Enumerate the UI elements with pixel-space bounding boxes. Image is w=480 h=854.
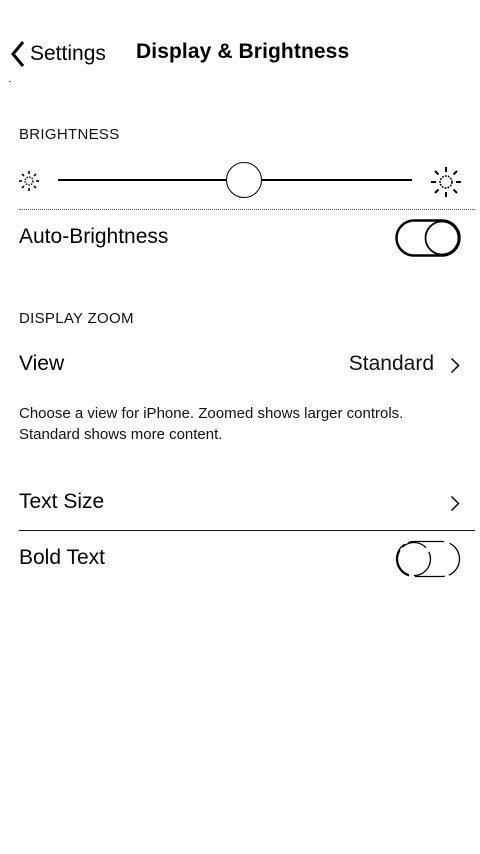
brightness-slider[interactable] (0, 158, 480, 204)
view-row[interactable]: View Standard (0, 340, 480, 390)
chevron-right-icon (450, 495, 460, 512)
back-button-label: Settings (30, 42, 106, 65)
sun-small-icon (19, 171, 39, 191)
navigation-bar: Settings Display & Brightness (0, 0, 480, 100)
slider-track-filled (58, 179, 226, 181)
slider-track-empty (262, 179, 412, 181)
auto-brightness-toggle[interactable] (395, 219, 461, 257)
chevron-right-icon (450, 357, 460, 374)
back-button[interactable]: Settings (10, 38, 106, 70)
view-value: Standard (348, 352, 434, 375)
bold-text-row: Bold Text (0, 534, 480, 584)
auto-brightness-row: Auto-Brightness (0, 213, 480, 263)
section-header-brightness: BRIGHTNESS (19, 126, 120, 143)
display-zoom-footer: Choose a view for iPhone. Zoomed shows l… (19, 405, 404, 443)
page-title: Display & Brightness (136, 40, 350, 63)
view-label: View (19, 352, 65, 375)
divider (19, 209, 475, 210)
auto-brightness-label: Auto-Brightness (19, 225, 169, 248)
slider-thumb[interactable] (226, 162, 262, 198)
divider (9, 81, 11, 82)
text-size-row[interactable]: Text Size (0, 478, 480, 528)
bold-text-label: Bold Text (19, 546, 105, 569)
section-header-display-zoom: DISPLAY ZOOM (19, 310, 134, 327)
divider (19, 530, 475, 531)
text-size-label: Text Size (19, 490, 105, 513)
chevron-left-icon (11, 41, 25, 67)
bold-text-toggle[interactable] (395, 540, 461, 578)
sun-large-icon (431, 167, 461, 197)
